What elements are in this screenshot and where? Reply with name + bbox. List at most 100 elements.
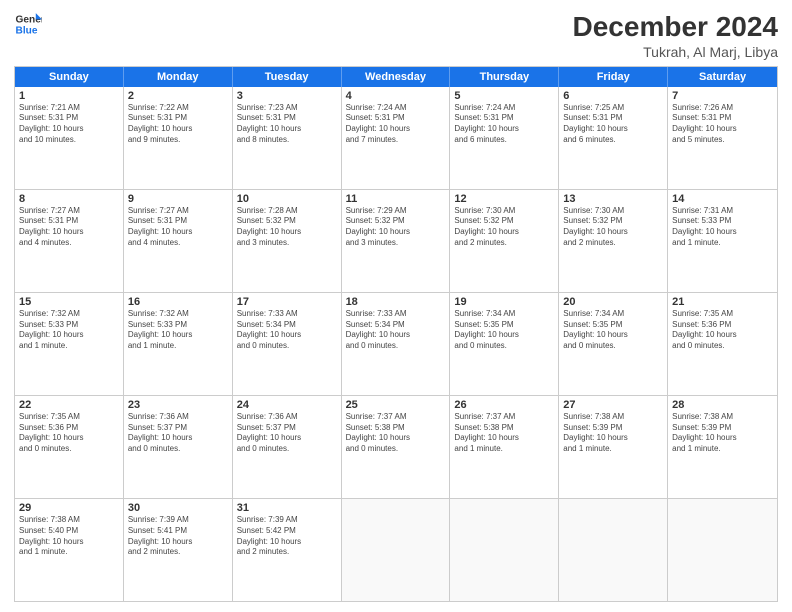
day-number: 17 — [237, 296, 337, 308]
calendar-cell: 25Sunrise: 7:37 AMSunset: 5:38 PMDayligh… — [342, 396, 451, 498]
cell-info: Sunrise: 7:29 AMSunset: 5:32 PMDaylight:… — [346, 206, 446, 249]
calendar-cell: 8Sunrise: 7:27 AMSunset: 5:31 PMDaylight… — [15, 190, 124, 292]
calendar-cell: 14Sunrise: 7:31 AMSunset: 5:33 PMDayligh… — [668, 190, 777, 292]
day-number: 11 — [346, 193, 446, 205]
cell-info: Sunrise: 7:39 AMSunset: 5:41 PMDaylight:… — [128, 515, 228, 558]
day-number: 23 — [128, 399, 228, 411]
weekday-header: Monday — [124, 67, 233, 87]
day-number: 7 — [672, 90, 773, 102]
calendar-cell — [559, 499, 668, 601]
cell-info: Sunrise: 7:24 AMSunset: 5:31 PMDaylight:… — [454, 103, 554, 146]
calendar-cell: 27Sunrise: 7:38 AMSunset: 5:39 PMDayligh… — [559, 396, 668, 498]
cell-info: Sunrise: 7:27 AMSunset: 5:31 PMDaylight:… — [128, 206, 228, 249]
calendar-cell: 31Sunrise: 7:39 AMSunset: 5:42 PMDayligh… — [233, 499, 342, 601]
cell-info: Sunrise: 7:38 AMSunset: 5:39 PMDaylight:… — [672, 412, 773, 455]
calendar-cell — [450, 499, 559, 601]
day-number: 30 — [128, 502, 228, 514]
cell-info: Sunrise: 7:25 AMSunset: 5:31 PMDaylight:… — [563, 103, 663, 146]
calendar-cell: 20Sunrise: 7:34 AMSunset: 5:35 PMDayligh… — [559, 293, 668, 395]
day-number: 20 — [563, 296, 663, 308]
day-number: 21 — [672, 296, 773, 308]
day-number: 27 — [563, 399, 663, 411]
calendar-cell: 5Sunrise: 7:24 AMSunset: 5:31 PMDaylight… — [450, 87, 559, 189]
calendar-cell: 17Sunrise: 7:33 AMSunset: 5:34 PMDayligh… — [233, 293, 342, 395]
calendar-row: 29Sunrise: 7:38 AMSunset: 5:40 PMDayligh… — [15, 499, 777, 601]
weekday-header: Sunday — [15, 67, 124, 87]
calendar-cell: 21Sunrise: 7:35 AMSunset: 5:36 PMDayligh… — [668, 293, 777, 395]
day-number: 18 — [346, 296, 446, 308]
day-number: 4 — [346, 90, 446, 102]
cell-info: Sunrise: 7:37 AMSunset: 5:38 PMDaylight:… — [454, 412, 554, 455]
calendar-cell: 18Sunrise: 7:33 AMSunset: 5:34 PMDayligh… — [342, 293, 451, 395]
month-year: December 2024 — [573, 10, 778, 44]
cell-info: Sunrise: 7:33 AMSunset: 5:34 PMDaylight:… — [346, 309, 446, 352]
calendar-cell: 1Sunrise: 7:21 AMSunset: 5:31 PMDaylight… — [15, 87, 124, 189]
cell-info: Sunrise: 7:28 AMSunset: 5:32 PMDaylight:… — [237, 206, 337, 249]
calendar-cell: 22Sunrise: 7:35 AMSunset: 5:36 PMDayligh… — [15, 396, 124, 498]
calendar-cell: 26Sunrise: 7:37 AMSunset: 5:38 PMDayligh… — [450, 396, 559, 498]
calendar-cell: 16Sunrise: 7:32 AMSunset: 5:33 PMDayligh… — [124, 293, 233, 395]
calendar-cell: 11Sunrise: 7:29 AMSunset: 5:32 PMDayligh… — [342, 190, 451, 292]
calendar-body: 1Sunrise: 7:21 AMSunset: 5:31 PMDaylight… — [15, 87, 777, 601]
weekday-header: Wednesday — [342, 67, 451, 87]
cell-info: Sunrise: 7:36 AMSunset: 5:37 PMDaylight:… — [128, 412, 228, 455]
calendar-cell: 12Sunrise: 7:30 AMSunset: 5:32 PMDayligh… — [450, 190, 559, 292]
calendar-cell: 19Sunrise: 7:34 AMSunset: 5:35 PMDayligh… — [450, 293, 559, 395]
calendar-cell: 9Sunrise: 7:27 AMSunset: 5:31 PMDaylight… — [124, 190, 233, 292]
weekday-header: Tuesday — [233, 67, 342, 87]
calendar: SundayMondayTuesdayWednesdayThursdayFrid… — [14, 66, 778, 602]
cell-info: Sunrise: 7:30 AMSunset: 5:32 PMDaylight:… — [454, 206, 554, 249]
day-number: 24 — [237, 399, 337, 411]
cell-info: Sunrise: 7:34 AMSunset: 5:35 PMDaylight:… — [563, 309, 663, 352]
calendar-cell — [668, 499, 777, 601]
calendar-cell: 6Sunrise: 7:25 AMSunset: 5:31 PMDaylight… — [559, 87, 668, 189]
calendar-header: SundayMondayTuesdayWednesdayThursdayFrid… — [15, 67, 777, 87]
cell-info: Sunrise: 7:23 AMSunset: 5:31 PMDaylight:… — [237, 103, 337, 146]
day-number: 15 — [19, 296, 119, 308]
weekday-header: Thursday — [450, 67, 559, 87]
calendar-cell: 28Sunrise: 7:38 AMSunset: 5:39 PMDayligh… — [668, 396, 777, 498]
calendar-cell: 2Sunrise: 7:22 AMSunset: 5:31 PMDaylight… — [124, 87, 233, 189]
cell-info: Sunrise: 7:30 AMSunset: 5:32 PMDaylight:… — [563, 206, 663, 249]
page: General Blue December 2024 Tukrah, Al Ma… — [0, 0, 792, 612]
day-number: 6 — [563, 90, 663, 102]
cell-info: Sunrise: 7:31 AMSunset: 5:33 PMDaylight:… — [672, 206, 773, 249]
day-number: 1 — [19, 90, 119, 102]
day-number: 26 — [454, 399, 554, 411]
calendar-cell: 24Sunrise: 7:36 AMSunset: 5:37 PMDayligh… — [233, 396, 342, 498]
calendar-cell: 30Sunrise: 7:39 AMSunset: 5:41 PMDayligh… — [124, 499, 233, 601]
cell-info: Sunrise: 7:33 AMSunset: 5:34 PMDaylight:… — [237, 309, 337, 352]
title-block: December 2024 Tukrah, Al Marj, Libya — [573, 10, 778, 60]
svg-text:Blue: Blue — [16, 25, 38, 36]
calendar-cell — [342, 499, 451, 601]
logo: General Blue — [14, 10, 42, 38]
cell-info: Sunrise: 7:38 AMSunset: 5:40 PMDaylight:… — [19, 515, 119, 558]
cell-info: Sunrise: 7:39 AMSunset: 5:42 PMDaylight:… — [237, 515, 337, 558]
cell-info: Sunrise: 7:27 AMSunset: 5:31 PMDaylight:… — [19, 206, 119, 249]
calendar-cell: 4Sunrise: 7:24 AMSunset: 5:31 PMDaylight… — [342, 87, 451, 189]
calendar-cell: 10Sunrise: 7:28 AMSunset: 5:32 PMDayligh… — [233, 190, 342, 292]
day-number: 2 — [128, 90, 228, 102]
calendar-cell: 15Sunrise: 7:32 AMSunset: 5:33 PMDayligh… — [15, 293, 124, 395]
day-number: 29 — [19, 502, 119, 514]
calendar-cell: 29Sunrise: 7:38 AMSunset: 5:40 PMDayligh… — [15, 499, 124, 601]
day-number: 9 — [128, 193, 228, 205]
calendar-cell: 23Sunrise: 7:36 AMSunset: 5:37 PMDayligh… — [124, 396, 233, 498]
location: Tukrah, Al Marj, Libya — [573, 44, 778, 60]
weekday-header: Friday — [559, 67, 668, 87]
cell-info: Sunrise: 7:22 AMSunset: 5:31 PMDaylight:… — [128, 103, 228, 146]
day-number: 5 — [454, 90, 554, 102]
day-number: 25 — [346, 399, 446, 411]
day-number: 10 — [237, 193, 337, 205]
calendar-row: 15 Sunrise: 7:32 AMSunset: 5:33 PMDayligh… — [15, 293, 777, 396]
cell-info: Sunrise: 7:35 AMSunset: 5:36 PMDaylight:… — [19, 412, 119, 455]
cell-info: Sunrise: 7:32 AMSunset: 5:33 PMDaylight:… — [128, 309, 228, 352]
day-number: 31 — [237, 502, 337, 514]
cell-info: Sunrise: 7:24 AMSunset: 5:31 PMDaylight:… — [346, 103, 446, 146]
cell-info: Sunrise: 7:37 AMSunset: 5:38 PMDaylight:… — [346, 412, 446, 455]
day-number: 3 — [237, 90, 337, 102]
calendar-row: 22Sunrise: 7:35 AMSunset: 5:36 PMDayligh… — [15, 396, 777, 499]
header: General Blue December 2024 Tukrah, Al Ma… — [14, 10, 778, 60]
cell-info: Sunrise: 7:35 AMSunset: 5:36 PMDaylight:… — [672, 309, 773, 352]
day-number: 12 — [454, 193, 554, 205]
